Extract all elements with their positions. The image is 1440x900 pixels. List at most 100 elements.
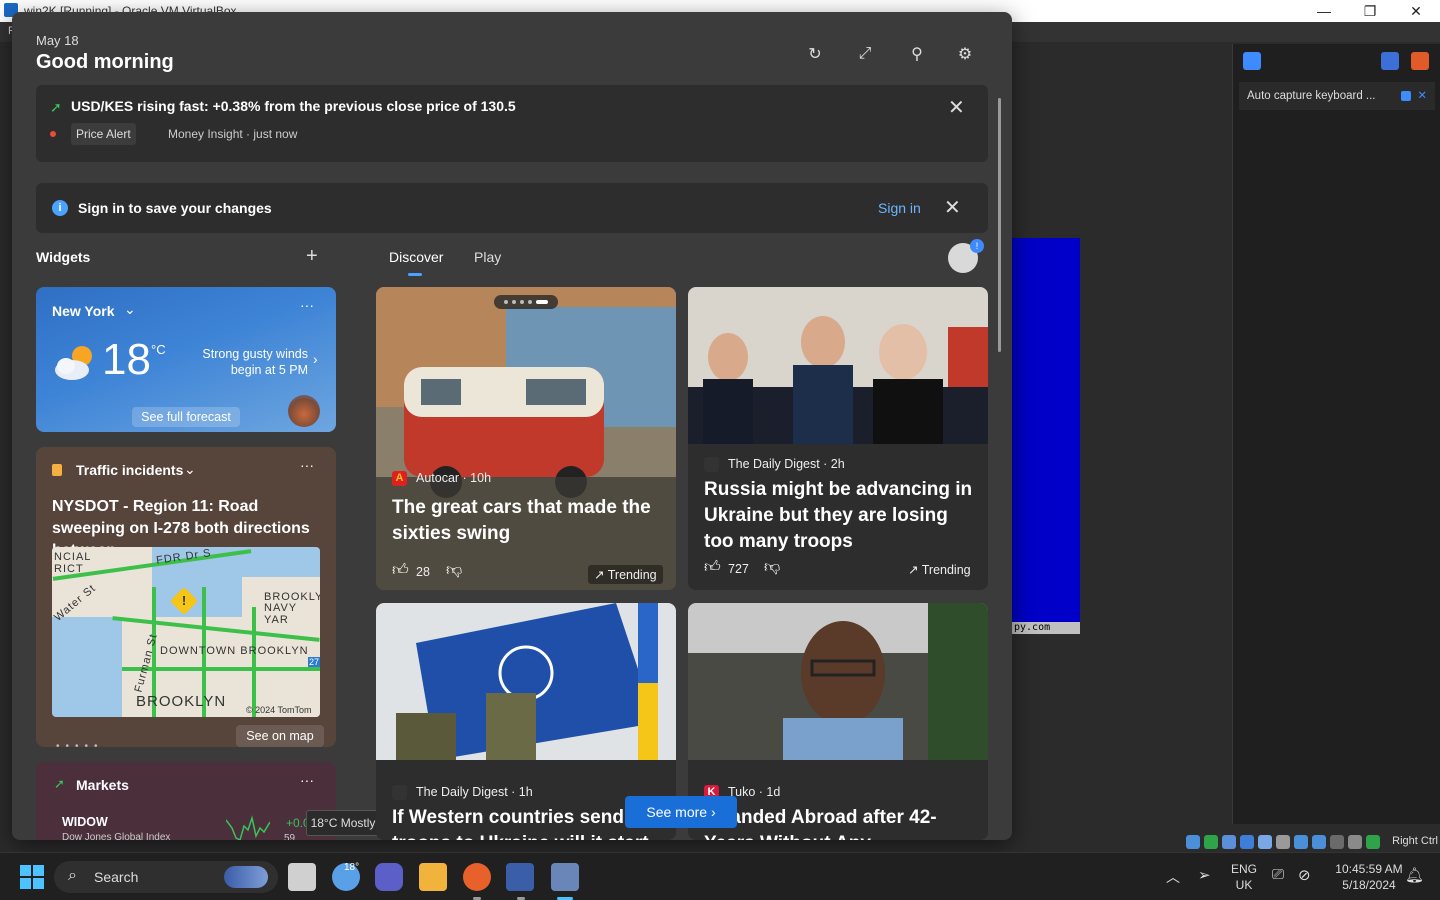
news-image-officers[interactable] [688, 287, 988, 444]
greeting: Good morning [36, 51, 174, 73]
weather-unit: °C [151, 342, 166, 357]
profile-avatar[interactable]: ! [948, 239, 984, 273]
traffic-title[interactable]: Traffic incidents [76, 462, 183, 478]
audio-icon[interactable] [1222, 835, 1236, 849]
cpu-icon[interactable] [1330, 835, 1344, 849]
record-icon[interactable] [1411, 52, 1429, 70]
news-source[interactable]: The Daily Digest · 2h [728, 457, 845, 471]
capture-panel: Auto capture keyboard ... ✕ [1232, 44, 1440, 824]
news-image-portrait[interactable] [688, 603, 988, 760]
file-explorer-icon[interactable] [419, 863, 447, 891]
map-label: RICT [54, 563, 84, 575]
news-image-nato-flag[interactable] [376, 603, 676, 760]
news-source[interactable]: Autocar · 10h [416, 471, 491, 485]
signin-close-icon[interactable]: ✕ [944, 195, 961, 220]
signin-link[interactable]: Sign in [878, 200, 921, 216]
expand-icon[interactable]: ⤢ [853, 42, 877, 66]
taskbar-search[interactable]: ⌕ Search [54, 861, 278, 893]
news-headline[interactable]: The great cars that made the sixties swi… [392, 495, 668, 547]
carousel-pager[interactable] [494, 295, 558, 309]
weather-widget[interactable]: New York ⌄ ··· 18 °C Strong gusty winds … [36, 287, 336, 432]
news-source[interactable]: The Daily Digest · 1h [416, 785, 533, 799]
markets-more-icon[interactable]: ··· [300, 772, 314, 788]
weather-city[interactable]: New York [52, 303, 115, 319]
capture-list-item[interactable]: Auto capture keyboard ... ✕ [1239, 82, 1435, 110]
signin-message: Sign in to save your changes [78, 200, 272, 216]
map-road-atlantic [122, 667, 320, 671]
volume-muted-icon[interactable]: ⊘ [1298, 866, 1311, 884]
hard-disk-icon[interactable] [1186, 835, 1200, 849]
like-icon[interactable]: 👍︎ [392, 561, 409, 580]
shared-folders-icon[interactable] [1276, 835, 1290, 849]
usb-icon[interactable] [1258, 835, 1272, 849]
blue-window-caption: py.com [1010, 622, 1080, 634]
board-scrollbar[interactable] [998, 98, 1001, 352]
teams-chat-icon[interactable] [375, 863, 403, 891]
tab-discover[interactable]: Discover [389, 249, 443, 265]
clock[interactable]: 10:45:59 AM 5/18/2024 [1326, 861, 1412, 893]
recording-icon[interactable] [1312, 835, 1326, 849]
sort-icon[interactable] [1381, 52, 1399, 70]
dislike-icon[interactable]: 👎︎ [764, 558, 780, 577]
news-card[interactable]: The Daily Digest · 2h Russia might be ad… [688, 287, 988, 590]
background-blue-window[interactable]: py.com [1010, 238, 1080, 634]
traffic-more-icon[interactable]: ··· [300, 457, 314, 473]
like-icon[interactable]: 👍︎ [704, 558, 721, 577]
alert-dot [50, 131, 56, 137]
trending-label: Trending [607, 568, 657, 582]
traffic-map[interactable]: NCIAL RICT FDR Dr S Water St BROOKLY NAV… [52, 547, 320, 717]
refresh-icon[interactable]: ↻ [803, 42, 827, 66]
market-symbol[interactable]: WIDOW [62, 815, 108, 829]
alert-source: Money Insight · just now [168, 127, 298, 141]
location-icon[interactable]: ➢ [1198, 866, 1211, 884]
capture-item-close-icon[interactable]: ✕ [1417, 82, 1427, 110]
capture-icon[interactable] [1243, 52, 1261, 70]
close-button[interactable]: ✕ [1393, 0, 1439, 22]
traffic-chevron-icon[interactable]: ⌄ [184, 461, 196, 478]
weather-next-icon[interactable]: › [313, 351, 318, 367]
weather-more-icon[interactable]: ··· [300, 297, 314, 313]
incident-warning-icon[interactable]: ! [169, 586, 199, 616]
weather-condition: Strong gusty winds begin at 5 PM [202, 347, 308, 377]
notification-bell-icon[interactable]: 🔔︎ [1405, 866, 1424, 884]
task-view-icon[interactable] [288, 863, 316, 891]
price-alert-banner[interactable]: ➚ USD/KES rising fast: +0.38% from the p… [36, 85, 988, 162]
see-more-button[interactable]: See more › [625, 796, 737, 828]
add-widget-icon[interactable]: + [306, 245, 318, 268]
news-headline[interactable]: Stranded Abroad after 42-Years Without A… [704, 805, 980, 840]
maximize-button[interactable]: ❐ [1347, 0, 1393, 22]
city-chevron-icon[interactable]: ⌄ [124, 301, 136, 318]
map-label: NCIAL [54, 551, 92, 563]
markets-title[interactable]: Markets [76, 777, 129, 793]
weather-map-thumbnail[interactable] [288, 395, 320, 427]
see-on-map-button[interactable]: See on map [236, 725, 324, 747]
network-status-icon[interactable]: ⎚ [1272, 866, 1284, 883]
pin-icon[interactable] [1401, 91, 1411, 101]
markets-widget[interactable]: ➚ Markets ··· WIDOW Dow Jones Global Ind… [36, 762, 336, 840]
show-hidden-icons-icon[interactable]: ︿ [1166, 867, 1180, 887]
optical-drive-icon[interactable] [1204, 835, 1218, 849]
tab-play[interactable]: Play [474, 249, 501, 265]
traffic-pager-dots[interactable]: ••••• [56, 741, 104, 747]
mouse-integration-icon[interactable] [1348, 835, 1362, 849]
trending-badge: ↗ Trending [908, 563, 971, 577]
see-full-forecast-button[interactable]: See full forecast [132, 407, 240, 427]
firefox-icon[interactable] [463, 863, 491, 891]
win2k-vm-icon[interactable] [551, 863, 579, 891]
personalize-icon[interactable]: ⚲ [905, 42, 929, 66]
traffic-widget[interactable]: Traffic incidents ⌄ ··· NYSDOT - Region … [36, 447, 336, 747]
language-indicator[interactable]: ENG UK [1228, 861, 1260, 893]
windows-start-icon[interactable] [20, 865, 44, 889]
host-key-icon[interactable] [1366, 835, 1380, 849]
network-icon[interactable] [1240, 835, 1254, 849]
alert-close-icon[interactable]: ✕ [948, 95, 965, 120]
news-card[interactable]: A Autocar · 10h The great cars that made… [376, 287, 676, 590]
settings-icon[interactable]: ⚙ [953, 42, 977, 66]
display-icon[interactable] [1294, 835, 1308, 849]
alert-title[interactable]: USD/KES rising fast: +0.38% from the pre… [71, 98, 516, 114]
news-headline[interactable]: Russia might be advancing in Ukraine but… [704, 477, 980, 555]
board-date: May 18 [36, 33, 79, 48]
dislike-icon[interactable]: 👎︎ [446, 561, 462, 580]
minimize-button[interactable]: — [1301, 0, 1347, 22]
virtualbox-taskbar-icon[interactable] [506, 863, 534, 891]
